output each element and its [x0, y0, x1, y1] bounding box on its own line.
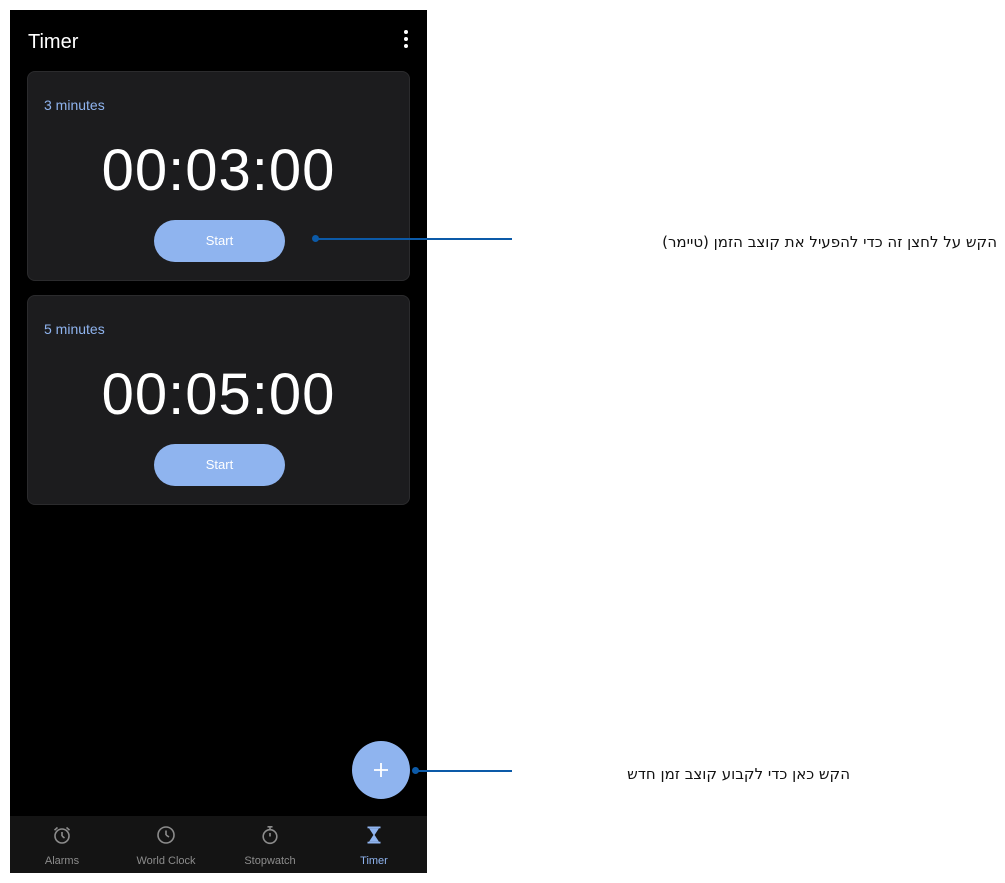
timer-card-5-minutes[interactable]: 5 minutes 00:05:00 Start	[27, 295, 410, 505]
timer-card-3-minutes[interactable]: 3 minutes 00:03:00 Start	[27, 71, 410, 281]
nav-item-stopwatch[interactable]: Stopwatch	[218, 816, 322, 873]
phone-screen: Timer 3 minutes 00:03:00 Start 5 minutes…	[10, 10, 427, 873]
hourglass-icon	[364, 825, 384, 845]
timer-label: 5 minutes	[44, 321, 105, 337]
bottom-nav: Alarms World Clock Stopwatch Timer	[10, 816, 427, 873]
start-button[interactable]: Start	[154, 444, 285, 486]
clock-icon	[156, 825, 176, 845]
callout-text-start: הקש על לחצן זה כדי להפעיל את קוצב הזמן (…	[662, 233, 997, 251]
nav-item-alarms[interactable]: Alarms	[10, 816, 114, 873]
alarm-clock-icon	[52, 825, 72, 845]
app-bar: Timer	[10, 10, 427, 70]
callout-text-new-timer: הקש כאן כדי לקבוע קוצב זמן חדש	[627, 765, 850, 783]
timer-label: 3 minutes	[44, 97, 105, 113]
plus-icon	[374, 763, 388, 777]
nav-label-alarms: Alarms	[44, 855, 80, 867]
timer-time-display: 00:03:00	[101, 138, 336, 203]
timer-time-display: 00:05:00	[101, 362, 336, 427]
nav-label-stopwatch: Stopwatch	[244, 855, 296, 867]
stopwatch-icon	[260, 825, 280, 845]
nav-label-timer: Timer	[360, 855, 388, 867]
callout-line-new-timer	[416, 770, 512, 772]
page-title: Timer	[28, 31, 79, 53]
add-timer-button[interactable]	[352, 741, 410, 799]
nav-item-timer[interactable]: Timer	[322, 816, 426, 873]
start-button[interactable]: Start	[154, 220, 285, 262]
nav-label-world-clock: World Clock	[136, 855, 196, 867]
more-vert-icon[interactable]	[399, 30, 413, 52]
nav-item-world-clock[interactable]: World Clock	[114, 816, 218, 873]
callout-line-start	[316, 238, 512, 240]
